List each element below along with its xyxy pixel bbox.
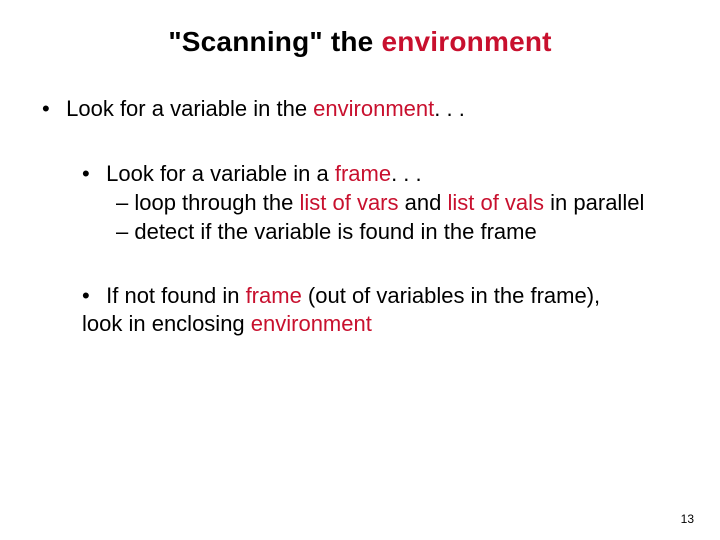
l1-text-pre: Look for a variable in the (66, 96, 313, 121)
slide: "Scanning" the environment • Look for a … (0, 0, 720, 540)
bullet-level3: – detect if the variable is found in the… (116, 217, 690, 246)
l3a-post: in parallel (544, 190, 644, 215)
slide-title: "Scanning" the environment (30, 26, 690, 58)
l2b-kw2: environment (251, 311, 372, 336)
l3a-kw2: list of vals (447, 190, 544, 215)
l3b-text: – detect if the variable is found in the… (116, 219, 537, 244)
bullet-level2: • If not found in frame (out of variable… (82, 282, 642, 338)
l2a-keyword: frame (335, 161, 391, 186)
page-number: 13 (681, 512, 694, 526)
bullet-level2: • Look for a variable in a frame. . . (82, 160, 690, 188)
title-keyword: environment (381, 26, 551, 57)
bullet-level3: – loop through the list of vars and list… (116, 188, 690, 217)
l3a-pre: – loop through the (116, 190, 299, 215)
bullet-level1: • Look for a variable in the environment… (30, 96, 690, 122)
bullet-dot-icon: • (42, 96, 60, 122)
l2a-text-post: . . . (391, 161, 422, 186)
sub-block-enclosing: • If not found in frame (out of variable… (82, 282, 690, 338)
l1-keyword: environment (313, 96, 434, 121)
bullet-dot-icon: • (82, 160, 100, 188)
l3a-kw1: list of vars (299, 190, 398, 215)
l2b-pre: If not found in (106, 283, 245, 308)
l2b-kw1: frame (246, 283, 302, 308)
title-text: "Scanning" the (168, 26, 381, 57)
bullet-dot-icon: • (82, 282, 100, 310)
sub-block-frame: • Look for a variable in a frame. . . – … (82, 160, 690, 246)
l2a-text-pre: Look for a variable in a (106, 161, 335, 186)
l1-text-post: . . . (434, 96, 465, 121)
l3a-mid: and (399, 190, 448, 215)
